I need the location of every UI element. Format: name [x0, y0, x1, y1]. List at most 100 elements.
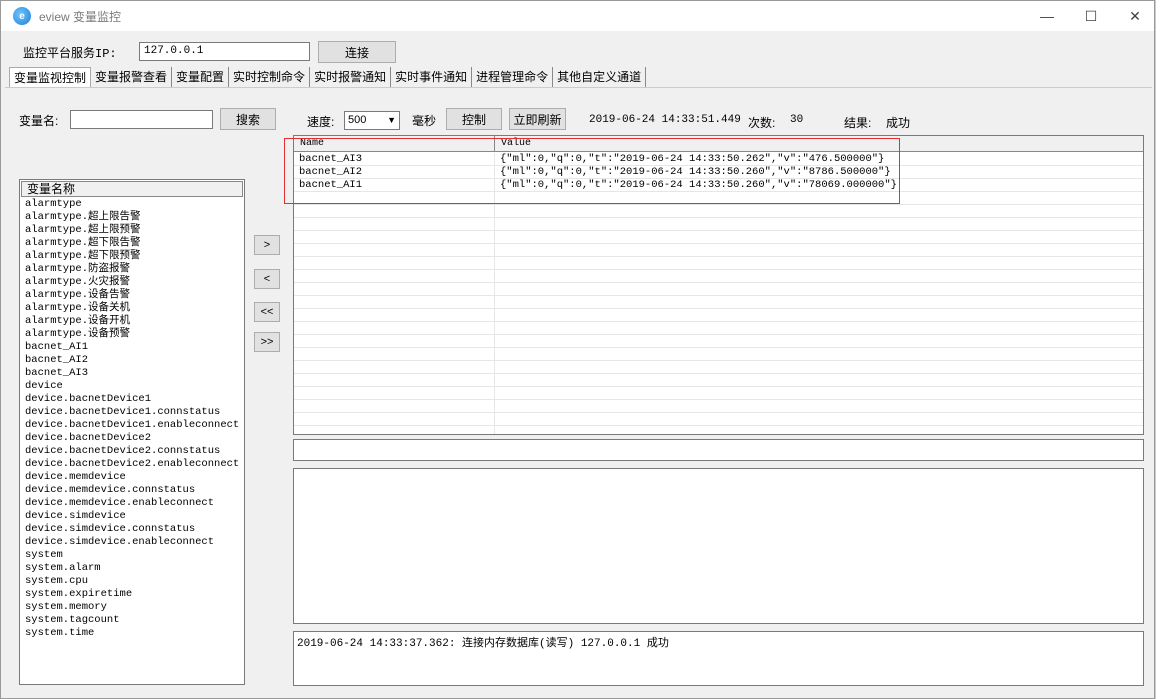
remove-all-button[interactable]: << [254, 302, 280, 322]
list-item[interactable]: alarmtype.超上限预警 [20, 224, 244, 237]
list-item[interactable]: device.memdevice.connstatus [20, 484, 244, 497]
list-item[interactable]: bacnet_AI1 [20, 341, 244, 354]
list-item[interactable]: bacnet_AI3 [20, 367, 244, 380]
table-row[interactable] [294, 244, 1143, 257]
table-row[interactable] [294, 192, 1143, 205]
table-row[interactable] [294, 309, 1143, 322]
cell-value [495, 244, 1143, 256]
variable-name-label: 变量名: [19, 114, 59, 128]
list-item[interactable]: alarmtype.设备开机 [20, 315, 244, 328]
list-item[interactable]: device.bacnetDevice1 [20, 393, 244, 406]
close-button[interactable]: ✕ [1112, 1, 1158, 31]
list-item[interactable]: device.simdevice.connstatus [20, 523, 244, 536]
table-row[interactable] [294, 400, 1143, 413]
cell-name [294, 413, 495, 425]
table-row[interactable] [294, 426, 1143, 434]
log-panel[interactable]: 2019-06-24 14:33:37.362: 连接内存数据库(读写) 127… [293, 631, 1144, 686]
connect-button[interactable]: 连接 [318, 41, 396, 63]
table-row[interactable]: bacnet_AI1 {"ml":0,"q":0,"t":"2019-06-24 … [294, 179, 1143, 192]
variable-list[interactable]: 变量名称 alarmtype alarmtype.超上限告警 alarmtype.超… [19, 179, 245, 685]
minimize-button[interactable]: — [1024, 1, 1070, 31]
add-all-button[interactable]: >> [254, 332, 280, 352]
search-button[interactable]: 搜索 [220, 108, 276, 130]
list-item[interactable]: alarmtype [20, 198, 244, 211]
cell-name [294, 374, 495, 386]
monitor-table[interactable]: Name Value bacnet_AI3 {"ml":0,"q":0,"t":"… [293, 135, 1144, 435]
speed-select[interactable]: 500 ▼ [344, 111, 400, 130]
table-row[interactable] [294, 231, 1143, 244]
list-item[interactable]: system.time [20, 627, 244, 640]
list-item[interactable]: system.cpu [20, 575, 244, 588]
list-item[interactable]: alarmtype.超上限告警 [20, 211, 244, 224]
list-item[interactable]: alarmtype.超下限告警 [20, 237, 244, 250]
tab-6[interactable]: 进程管理命令 [472, 67, 554, 87]
list-item[interactable]: device.bacnetDevice2 [20, 432, 244, 445]
table-row[interactable] [294, 335, 1143, 348]
list-item[interactable]: system.expiretime [20, 588, 244, 601]
remove-selected-button[interactable]: < [254, 269, 280, 289]
speed-label: 速度: [307, 115, 335, 129]
list-item[interactable]: device.memdevice [20, 471, 244, 484]
table-row[interactable] [294, 413, 1143, 426]
tab-1[interactable]: 变量报警查看 [91, 67, 173, 87]
server-ip-input[interactable]: 127.0.0.1 [139, 42, 310, 61]
list-item[interactable]: device.bacnetDevice2.connstatus [20, 445, 244, 458]
background-window-edge [1155, 0, 1168, 699]
column-header-name[interactable]: Name [294, 136, 495, 152]
table-row[interactable]: bacnet_AI2 {"ml":0,"q":0,"t":"2019-06-24 … [294, 166, 1143, 179]
table-row[interactable] [294, 296, 1143, 309]
refresh-now-button[interactable]: 立即刷新 [509, 108, 566, 130]
speed-value: 500 [348, 114, 367, 126]
add-selected-button[interactable]: > [254, 235, 280, 255]
list-item[interactable]: system [20, 549, 244, 562]
list-item[interactable]: device.simdevice.enableconnect [20, 536, 244, 549]
list-item[interactable]: bacnet_AI2 [20, 354, 244, 367]
tab-2[interactable]: 变量配置 [172, 67, 230, 87]
maximize-button[interactable]: ☐ [1068, 1, 1114, 31]
cell-value [495, 348, 1143, 360]
list-item[interactable]: device.simdevice [20, 510, 244, 523]
cell-name [294, 231, 495, 243]
list-item[interactable]: alarmtype.设备预警 [20, 328, 244, 341]
list-item[interactable]: device.bacnetDevice1.connstatus [20, 406, 244, 419]
tab-5[interactable]: 实时事件通知 [391, 67, 473, 87]
table-row[interactable] [294, 387, 1143, 400]
column-header-value[interactable]: Value [495, 136, 1143, 152]
list-item[interactable]: system.tagcount [20, 614, 244, 627]
list-item[interactable]: system.memory [20, 601, 244, 614]
list-item[interactable]: device [20, 380, 244, 393]
list-item[interactable]: device.bacnetDevice2.enableconnect [20, 458, 244, 471]
variable-list-header[interactable]: 变量名称 [21, 181, 243, 197]
list-item[interactable]: device.memdevice.enableconnect [20, 497, 244, 510]
list-item[interactable]: device.bacnetDevice1.enableconnect [20, 419, 244, 432]
table-row[interactable] [294, 205, 1143, 218]
tab-7[interactable]: 其他自定义通道 [553, 67, 647, 87]
detail-panel[interactable] [293, 468, 1144, 624]
control-button[interactable]: 控制 [446, 108, 502, 130]
table-row[interactable]: bacnet_AI3 {"ml":0,"q":0,"t":"2019-06-24 … [294, 153, 1143, 166]
tab-4[interactable]: 实时报警通知 [310, 67, 392, 87]
list-item[interactable]: alarmtype.超下限预警 [20, 250, 244, 263]
list-item[interactable]: alarmtype.火灾报警 [20, 276, 244, 289]
cell-name [294, 361, 495, 373]
list-item[interactable]: system.alarm [20, 562, 244, 575]
tab-0[interactable]: 变量监视控制 [9, 67, 92, 87]
cell-value [495, 309, 1143, 321]
list-item[interactable]: alarmtype.防盗报警 [20, 263, 244, 276]
table-row[interactable] [294, 322, 1143, 335]
tab-3[interactable]: 实时控制命令 [229, 67, 311, 87]
table-row[interactable] [294, 270, 1143, 283]
cell-name [294, 335, 495, 347]
table-row[interactable] [294, 218, 1143, 231]
list-item[interactable]: alarmtype.设备告警 [20, 289, 244, 302]
table-row[interactable] [294, 374, 1143, 387]
table-row[interactable] [294, 361, 1143, 374]
list-item[interactable]: alarmtype.设备关机 [20, 302, 244, 315]
variable-search-input[interactable] [70, 110, 213, 129]
table-row[interactable] [294, 283, 1143, 296]
table-row[interactable] [294, 348, 1143, 361]
cell-value [495, 218, 1143, 230]
table-row[interactable] [294, 257, 1143, 270]
cell-name [294, 283, 495, 295]
value-edit-field[interactable] [293, 439, 1144, 461]
